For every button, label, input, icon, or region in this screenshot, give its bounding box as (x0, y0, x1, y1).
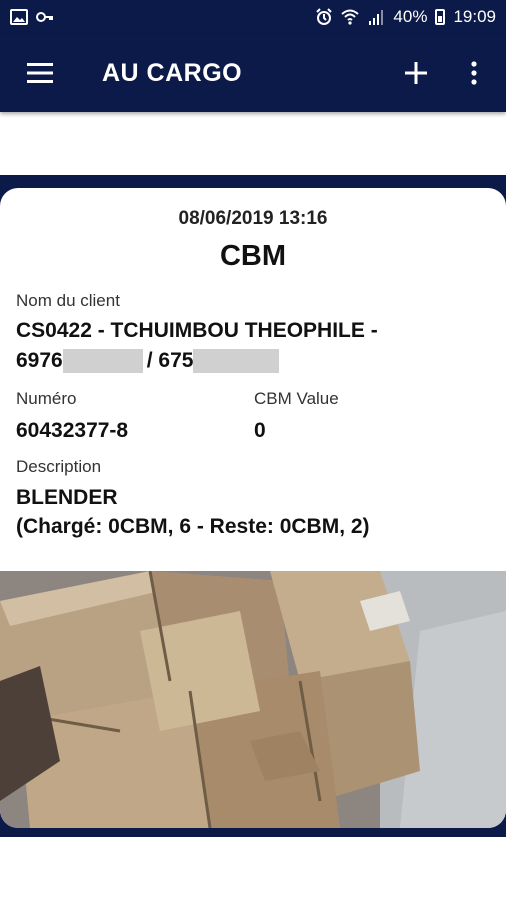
cargo-photo[interactable] (0, 571, 506, 828)
redacted-block (193, 349, 280, 373)
numero-value: 60432377-8 (16, 419, 129, 442)
wifi-icon (341, 9, 360, 25)
description-title: BLENDER (16, 486, 118, 509)
key-icon (36, 12, 53, 22)
status-left-icons (10, 8, 54, 26)
add-button[interactable] (396, 53, 436, 93)
redacted-block (62, 349, 143, 373)
numero-label: Numéro (16, 389, 77, 408)
app-bar: AU CARGO (0, 34, 506, 112)
menu-icon (27, 63, 53, 83)
description-label: Description (16, 457, 102, 476)
record-type: CBM (219, 240, 287, 272)
gallery-icon (10, 9, 28, 25)
client-phone-prefix: 6976 (16, 349, 63, 372)
more-options-button[interactable] (454, 53, 494, 93)
status-right-icons: 40% 19:09 (315, 7, 496, 27)
cargo-record-card[interactable]: 08/06/2019 13:16 CBM Nom du client CS042… (0, 188, 506, 828)
battery-percent: 40% (393, 7, 428, 26)
clock: 19:09 (453, 7, 496, 26)
client-phone-separator: / 675 (146, 349, 194, 372)
cbm-value: 0 (254, 419, 266, 442)
client-label: Nom du client (16, 291, 120, 310)
status-bar: 40% 19:09 (0, 0, 506, 34)
client-name: CS0422 - TCHUIMBOU THEOPHILE - (16, 319, 378, 342)
description-detail: (Chargé: 0CBM, 6 - Reste: 0CBM, 2) (16, 515, 370, 538)
add-icon (405, 62, 427, 84)
battery-icon (435, 9, 446, 25)
client-phones: 6976 / 675 (16, 349, 280, 373)
cardboard-boxes-image (0, 571, 506, 828)
menu-button[interactable] (20, 53, 60, 93)
more-vert-icon (471, 61, 477, 85)
alarm-icon (316, 8, 333, 25)
app-title: AU CARGO (102, 58, 243, 87)
signal-icon (369, 10, 384, 25)
record-datetime: 08/06/2019 13:16 (178, 208, 328, 229)
cbm-label: CBM Value (254, 389, 339, 408)
